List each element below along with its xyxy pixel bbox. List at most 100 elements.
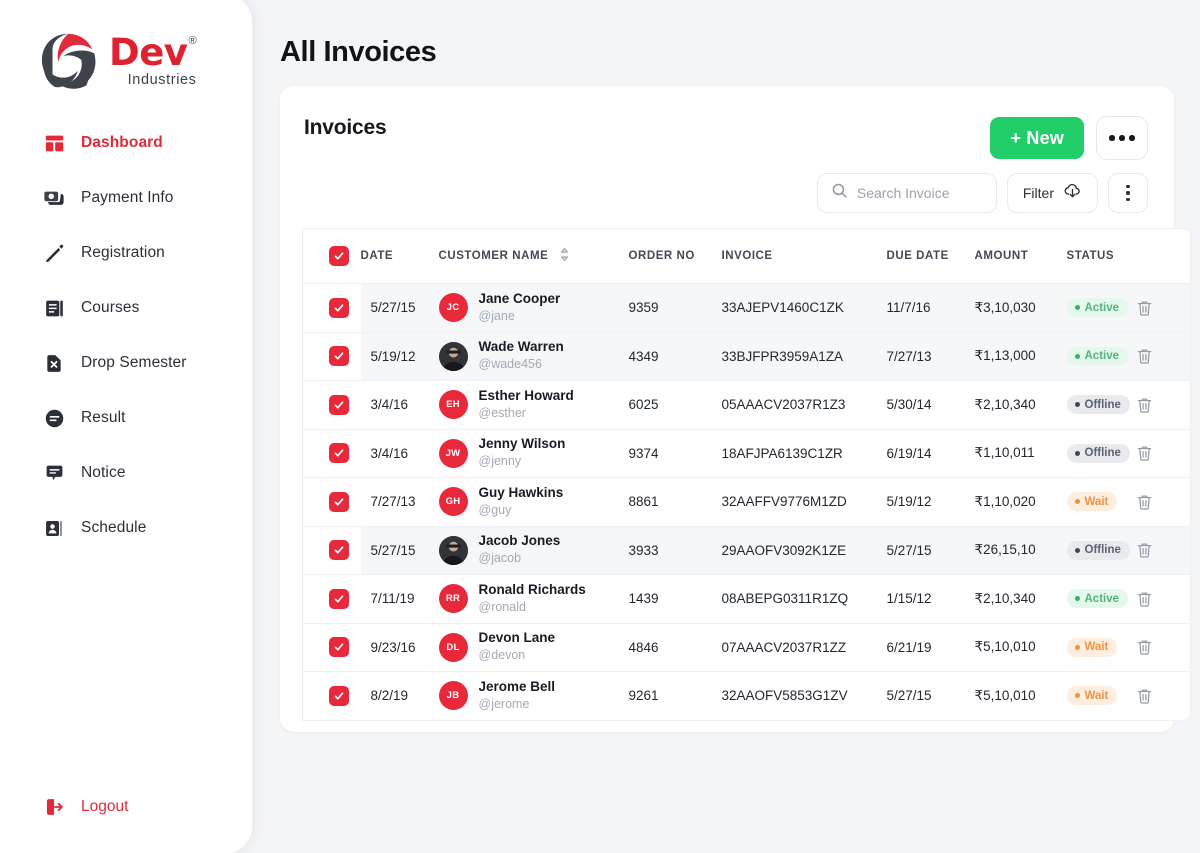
- sidebar-item-schedule[interactable]: Schedule: [0, 507, 252, 549]
- id-card-icon: [43, 517, 65, 539]
- delete-row-button[interactable]: [1135, 540, 1154, 560]
- sidebar-item-courses[interactable]: Courses: [0, 287, 252, 329]
- table-row[interactable]: 9/23/16DLDevon Lane@devon484607AAACV2037…: [303, 623, 1191, 672]
- cell-amount: ₹3,10,030: [975, 284, 1067, 333]
- search-invoice-box[interactable]: [817, 173, 997, 213]
- main-content: All Invoices Invoices + New: [252, 0, 1200, 853]
- row-checkbox-cell[interactable]: [303, 381, 361, 430]
- app-root: Dev ® Industries Dashboard: [0, 0, 1200, 853]
- row-checkbox[interactable]: [329, 540, 349, 560]
- row-checkbox[interactable]: [329, 395, 349, 415]
- row-checkbox-cell[interactable]: [303, 332, 361, 381]
- sort-toggle-icon[interactable]: [559, 247, 570, 265]
- column-header-customer-name[interactable]: CUSTOMER NAME: [439, 229, 629, 284]
- row-checkbox-cell[interactable]: [303, 284, 361, 333]
- column-header-order-no[interactable]: ORDER NO: [629, 229, 722, 284]
- status-dot-icon: [1075, 645, 1080, 650]
- pencil-icon: [43, 242, 65, 264]
- delete-row-button[interactable]: [1135, 346, 1154, 366]
- table-row[interactable]: 5/27/15JCJane Cooper@jane935933AJEPV1460…: [303, 284, 1191, 333]
- search-input[interactable]: [857, 185, 977, 201]
- status-badge: Wait: [1067, 686, 1118, 705]
- status-badge: Active: [1067, 347, 1129, 366]
- column-header-due-date[interactable]: DUE DATE: [887, 229, 975, 284]
- row-checkbox[interactable]: [329, 346, 349, 366]
- column-header-date[interactable]: DATE: [361, 229, 439, 284]
- sidebar-item-label: Courses: [81, 299, 139, 317]
- column-header-actions: [1135, 229, 1191, 284]
- customer-full-name: Jacob Jones: [479, 533, 561, 548]
- table-row[interactable]: 7/27/13GHGuy Hawkins@guy886132AAFFV9776M…: [303, 478, 1191, 527]
- column-header-amount[interactable]: AMOUNT: [975, 229, 1067, 284]
- customer-full-name: Wade Warren: [479, 339, 564, 354]
- cell-customer-name: JBJerome Bell@jerome: [439, 672, 629, 721]
- row-checkbox[interactable]: [329, 589, 349, 609]
- row-checkbox-cell[interactable]: [303, 429, 361, 478]
- row-checkbox-cell[interactable]: [303, 672, 361, 721]
- cell-date: 3/4/16: [361, 381, 439, 430]
- row-checkbox-cell[interactable]: [303, 623, 361, 672]
- table-row[interactable]: 5/19/12Wade Warren@wade456434933BJFPR395…: [303, 332, 1191, 381]
- horizontal-ellipsis-icon: [1109, 135, 1115, 141]
- status-label: Active: [1085, 350, 1120, 362]
- cell-date: 5/27/15: [361, 284, 439, 333]
- cell-amount: ₹2,10,340: [975, 381, 1067, 430]
- card-title: Invoices: [304, 116, 386, 140]
- sidebar-item-result[interactable]: Result: [0, 397, 252, 439]
- table-row[interactable]: 8/2/19JBJerome Bell@jerome926132AAOFV585…: [303, 672, 1191, 721]
- status-badge: Offline: [1067, 541, 1130, 560]
- table-row[interactable]: 5/27/15Jacob Jones@jacob393329AAOFV3092K…: [303, 526, 1191, 575]
- table-body: 5/27/15JCJane Cooper@jane935933AJEPV1460…: [303, 284, 1191, 721]
- sidebar-item-notice[interactable]: Notice: [0, 452, 252, 494]
- status-label: Active: [1085, 593, 1120, 605]
- sidebar-item-drop-semester[interactable]: Drop Semester: [0, 342, 252, 384]
- delete-row-button[interactable]: [1135, 686, 1154, 706]
- column-header-status[interactable]: STATUS: [1067, 229, 1135, 284]
- delete-row-button[interactable]: [1135, 589, 1154, 609]
- customer-full-name: Jane Cooper: [479, 291, 561, 306]
- cell-amount: ₹5,10,010: [975, 672, 1067, 721]
- cell-actions: [1135, 429, 1191, 478]
- card-header-actions: + New: [990, 116, 1148, 160]
- sidebar-item-dashboard[interactable]: Dashboard: [0, 122, 252, 164]
- row-checkbox[interactable]: [329, 298, 349, 318]
- cell-due-date: 11/7/16: [887, 284, 975, 333]
- logout-icon: [43, 796, 65, 818]
- delete-row-button[interactable]: [1135, 443, 1154, 463]
- row-checkbox[interactable]: [329, 492, 349, 512]
- row-checkbox[interactable]: [329, 637, 349, 657]
- new-invoice-button[interactable]: + New: [990, 117, 1084, 159]
- delete-row-button[interactable]: [1135, 492, 1154, 512]
- row-checkbox[interactable]: [329, 686, 349, 706]
- cell-status: Offline: [1067, 381, 1135, 430]
- cell-customer-name: JWJenny Wilson@jenny: [439, 429, 629, 478]
- book-list-icon: [43, 297, 65, 319]
- sidebar-item-label: Drop Semester: [81, 354, 187, 372]
- row-checkbox[interactable]: [329, 443, 349, 463]
- sidebar-item-payment-info[interactable]: Payment Info: [0, 177, 252, 219]
- sidebar-item-label: Notice: [81, 464, 126, 482]
- table-row[interactable]: 3/4/16EHEsther Howard@esther602505AAACV2…: [303, 381, 1191, 430]
- table-kebab-menu-button[interactable]: [1108, 173, 1148, 213]
- table-header-row: DATE CUSTOMER NAME ORDER NO INVOI: [303, 229, 1191, 284]
- row-checkbox-cell[interactable]: [303, 478, 361, 527]
- avatar: [439, 536, 468, 565]
- sidebar-item-registration[interactable]: Registration: [0, 232, 252, 274]
- cell-order-no: 1439: [629, 575, 722, 624]
- filter-button[interactable]: Filter: [1007, 173, 1098, 213]
- more-options-button[interactable]: [1096, 116, 1148, 160]
- customer-full-name: Esther Howard: [479, 388, 574, 403]
- logout-button[interactable]: Logout: [43, 796, 128, 818]
- row-checkbox-cell[interactable]: [303, 575, 361, 624]
- column-header-invoice[interactable]: INVOICE: [722, 229, 887, 284]
- circle-lines-icon: [43, 407, 65, 429]
- status-badge: Offline: [1067, 444, 1130, 463]
- delete-row-button[interactable]: [1135, 637, 1154, 657]
- delete-row-button[interactable]: [1135, 395, 1154, 415]
- select-all-checkbox[interactable]: [329, 246, 349, 266]
- table-row[interactable]: 3/4/16JWJenny Wilson@jenny937418AFJPA613…: [303, 429, 1191, 478]
- delete-row-button[interactable]: [1135, 298, 1154, 318]
- table-row[interactable]: 7/11/19RRRonald Richards@ronald143908ABE…: [303, 575, 1191, 624]
- row-checkbox-cell[interactable]: [303, 526, 361, 575]
- aperture-shutter-icon: [38, 30, 100, 92]
